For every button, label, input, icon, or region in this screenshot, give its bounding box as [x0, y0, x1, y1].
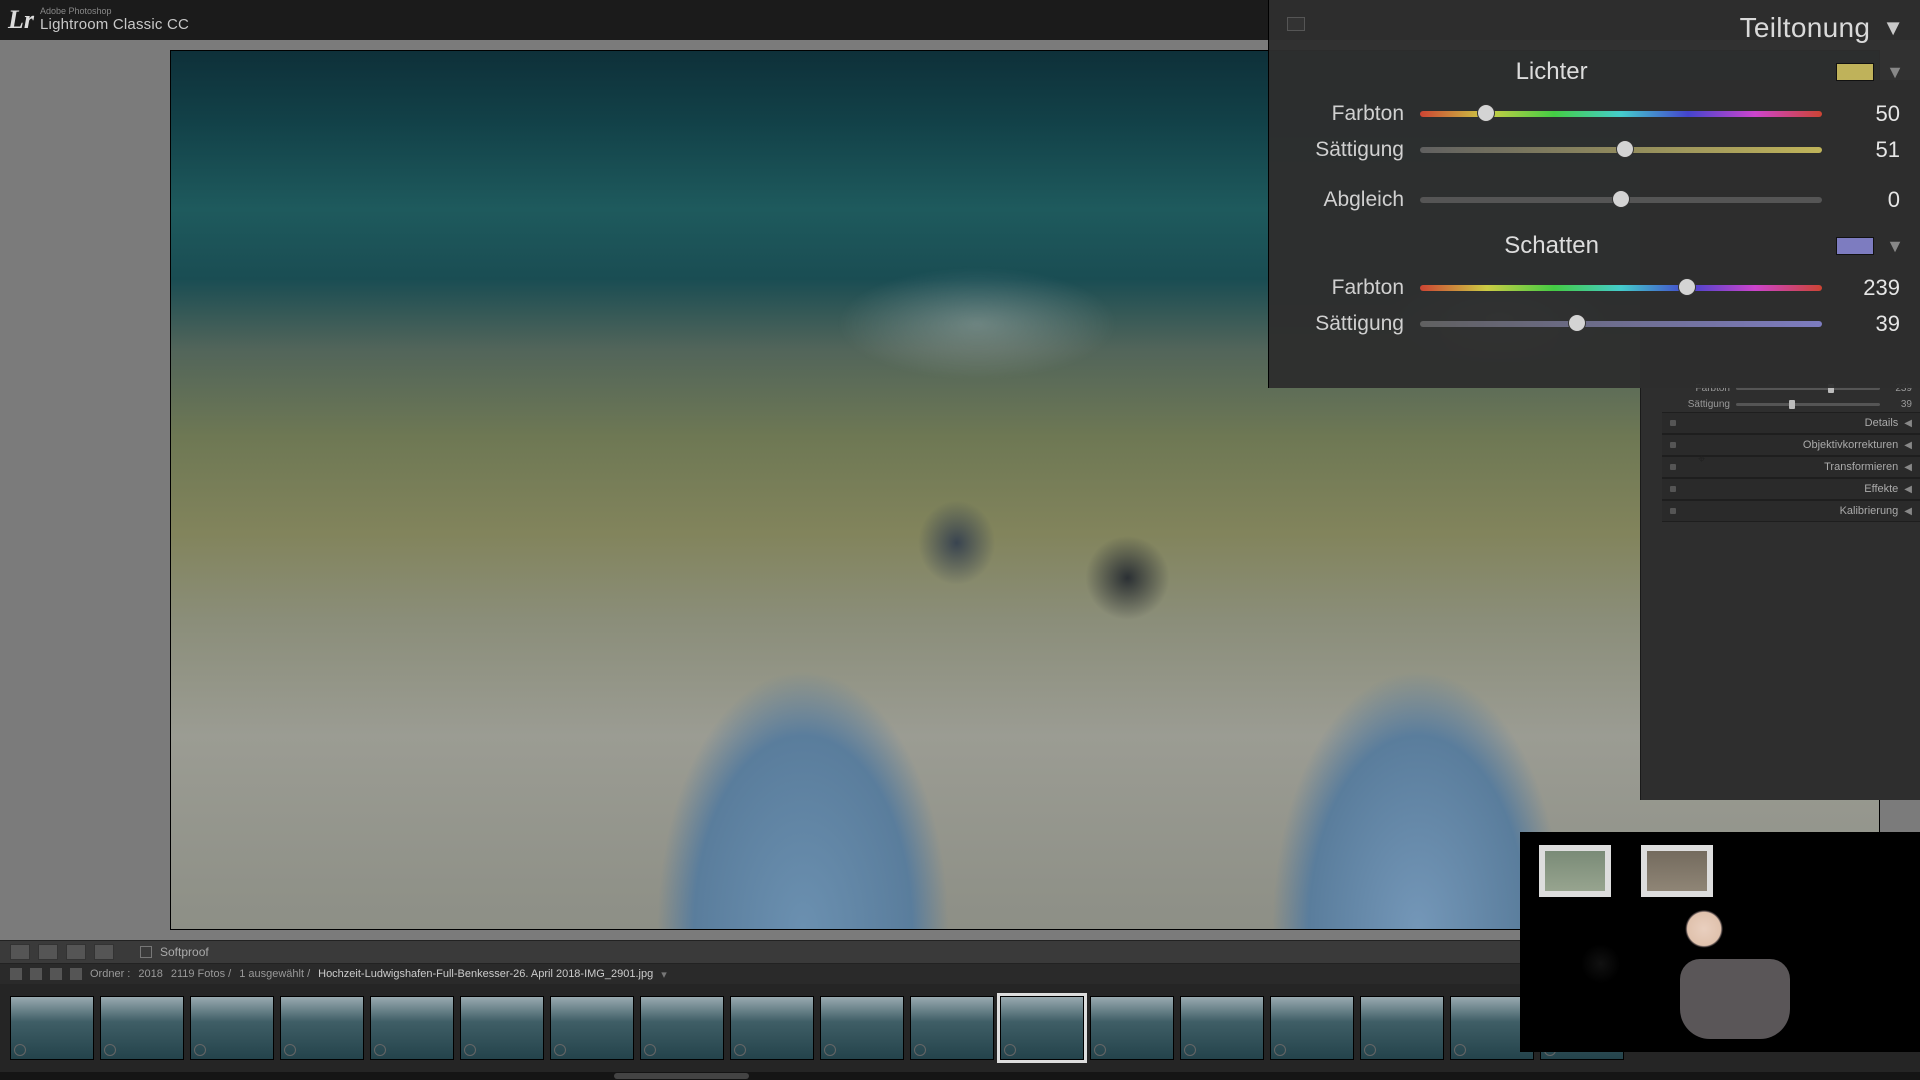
highlights-sat-label: Sättigung [1289, 138, 1404, 162]
highlights-hue-value[interactable]: 50 [1838, 101, 1900, 127]
view-survey-button[interactable] [66, 944, 86, 960]
filmstrip-thumb[interactable] [730, 996, 814, 1060]
filmstrip-thumb[interactable] [100, 996, 184, 1060]
balance-thumb[interactable] [1612, 190, 1630, 208]
selected-count: 1 ausgewählt / [239, 968, 310, 980]
folder-label: Ordner : [90, 968, 130, 980]
photo-count: 2119 Fotos / [171, 968, 231, 980]
shadows-hue-label: Farbton [1289, 276, 1404, 300]
filmstrip-thumb[interactable] [460, 996, 544, 1060]
filmstrip-thumb[interactable] [370, 996, 454, 1060]
folder-value: 2018 [138, 968, 162, 980]
shadows-sat-track[interactable] [1420, 321, 1822, 327]
panel-header-kalibrierung[interactable]: Kalibrierung◀ [1662, 500, 1920, 522]
balance-row: Abgleich 0 [1269, 182, 1920, 218]
nav-back-icon[interactable] [50, 968, 62, 980]
brand-app: Lightroom Classic CC [40, 17, 189, 33]
filmstrip-thumb[interactable] [10, 996, 94, 1060]
split-toning-title: Teiltonung [1740, 12, 1871, 44]
highlights-hue-label: Farbton [1289, 102, 1404, 126]
view-loupe-button[interactable] [10, 944, 30, 960]
highlights-sat-thumb[interactable] [1616, 140, 1634, 158]
highlights-hue-row: Farbton 50 [1269, 96, 1920, 132]
split-toning-panel: Teiltonung ▼ Lichter ▼ Farbton 50 Sättig… [1268, 0, 1920, 388]
shadows-label: Schatten [1504, 232, 1599, 260]
develop-panel-stack: Farbton 239 Sättigung 39 Details◀Objekti… [1662, 380, 1920, 522]
filmstrip-thumb[interactable] [1360, 996, 1444, 1060]
softproof-label: Softproof [160, 945, 209, 959]
current-filename: Hochzeit-Ludwigshafen-Full-Benkesser-26.… [318, 968, 653, 980]
grid-icon[interactable] [30, 968, 42, 980]
mini-sat-label: Sättigung [1670, 399, 1730, 410]
shadows-hue-value[interactable]: 239 [1838, 275, 1900, 301]
balance-value[interactable]: 0 [1838, 187, 1900, 213]
panel-header-effekte[interactable]: Effekte◀ [1662, 478, 1920, 500]
panel-collapse-icon[interactable]: ▼ [1882, 15, 1904, 41]
shadows-hue-thumb[interactable] [1678, 278, 1696, 296]
mini-sat-track[interactable] [1736, 403, 1880, 406]
highlights-hue-thumb[interactable] [1477, 104, 1495, 122]
mini-sat-row: Sättigung 39 [1662, 396, 1920, 412]
filmstrip-thumb[interactable] [910, 996, 994, 1060]
balance-label: Abgleich [1289, 188, 1404, 212]
filmstrip-scrollbar[interactable] [0, 1072, 1920, 1080]
panel-toggle-switch[interactable] [1287, 17, 1305, 31]
highlights-label: Lichter [1516, 58, 1588, 86]
mini-sat-value[interactable]: 39 [1886, 399, 1912, 410]
nav-fwd-icon[interactable] [70, 968, 82, 980]
shadows-sat-value[interactable]: 39 [1838, 311, 1900, 337]
shadows-sat-thumb[interactable] [1568, 314, 1586, 332]
shadows-swatch-caret-icon[interactable]: ▼ [1886, 236, 1904, 257]
highlights-swatch[interactable] [1836, 63, 1874, 81]
shadows-swatch[interactable] [1836, 237, 1874, 255]
view-compare-button[interactable] [38, 944, 58, 960]
filmstrip-thumb[interactable] [1180, 996, 1264, 1060]
highlights-sat-value[interactable]: 51 [1838, 137, 1900, 163]
highlights-sat-row: Sättigung 51 [1269, 132, 1920, 168]
wall-photo-2 [1641, 845, 1713, 897]
wall-photo-1 [1539, 845, 1611, 897]
filmstrip-thumb[interactable] [550, 996, 634, 1060]
view-before-after-button[interactable] [94, 944, 114, 960]
filmstrip-thumb[interactable] [640, 996, 724, 1060]
filmstrip-thumb[interactable] [1270, 996, 1354, 1060]
filmstrip-thumb[interactable] [1090, 996, 1174, 1060]
highlights-swatch-caret-icon[interactable]: ▼ [1886, 62, 1904, 83]
shadows-hue-track[interactable] [1420, 285, 1822, 291]
breadcrumb-caret-icon[interactable]: ▾ [661, 968, 667, 981]
filmstrip-thumb[interactable] [190, 996, 274, 1060]
filmstrip-thumb[interactable] [280, 996, 364, 1060]
shadows-sat-label: Sättigung [1289, 312, 1404, 336]
filmstrip-thumb[interactable] [820, 996, 904, 1060]
shadows-sat-row: Sättigung 39 [1269, 306, 1920, 342]
cursor-icon: ⌖ [1698, 452, 1705, 467]
webcam-overlay [1520, 832, 1920, 1052]
filmstrip-thumb[interactable] [1000, 996, 1084, 1060]
app-logo: Lr [8, 5, 40, 35]
softproof-checkbox[interactable] [140, 946, 152, 958]
second-monitor-icon[interactable] [10, 968, 22, 980]
shadows-hue-row: Farbton 239 [1269, 270, 1920, 306]
panel-header-details[interactable]: Details◀ [1662, 412, 1920, 434]
filmstrip-scroll-thumb[interactable] [614, 1073, 748, 1079]
